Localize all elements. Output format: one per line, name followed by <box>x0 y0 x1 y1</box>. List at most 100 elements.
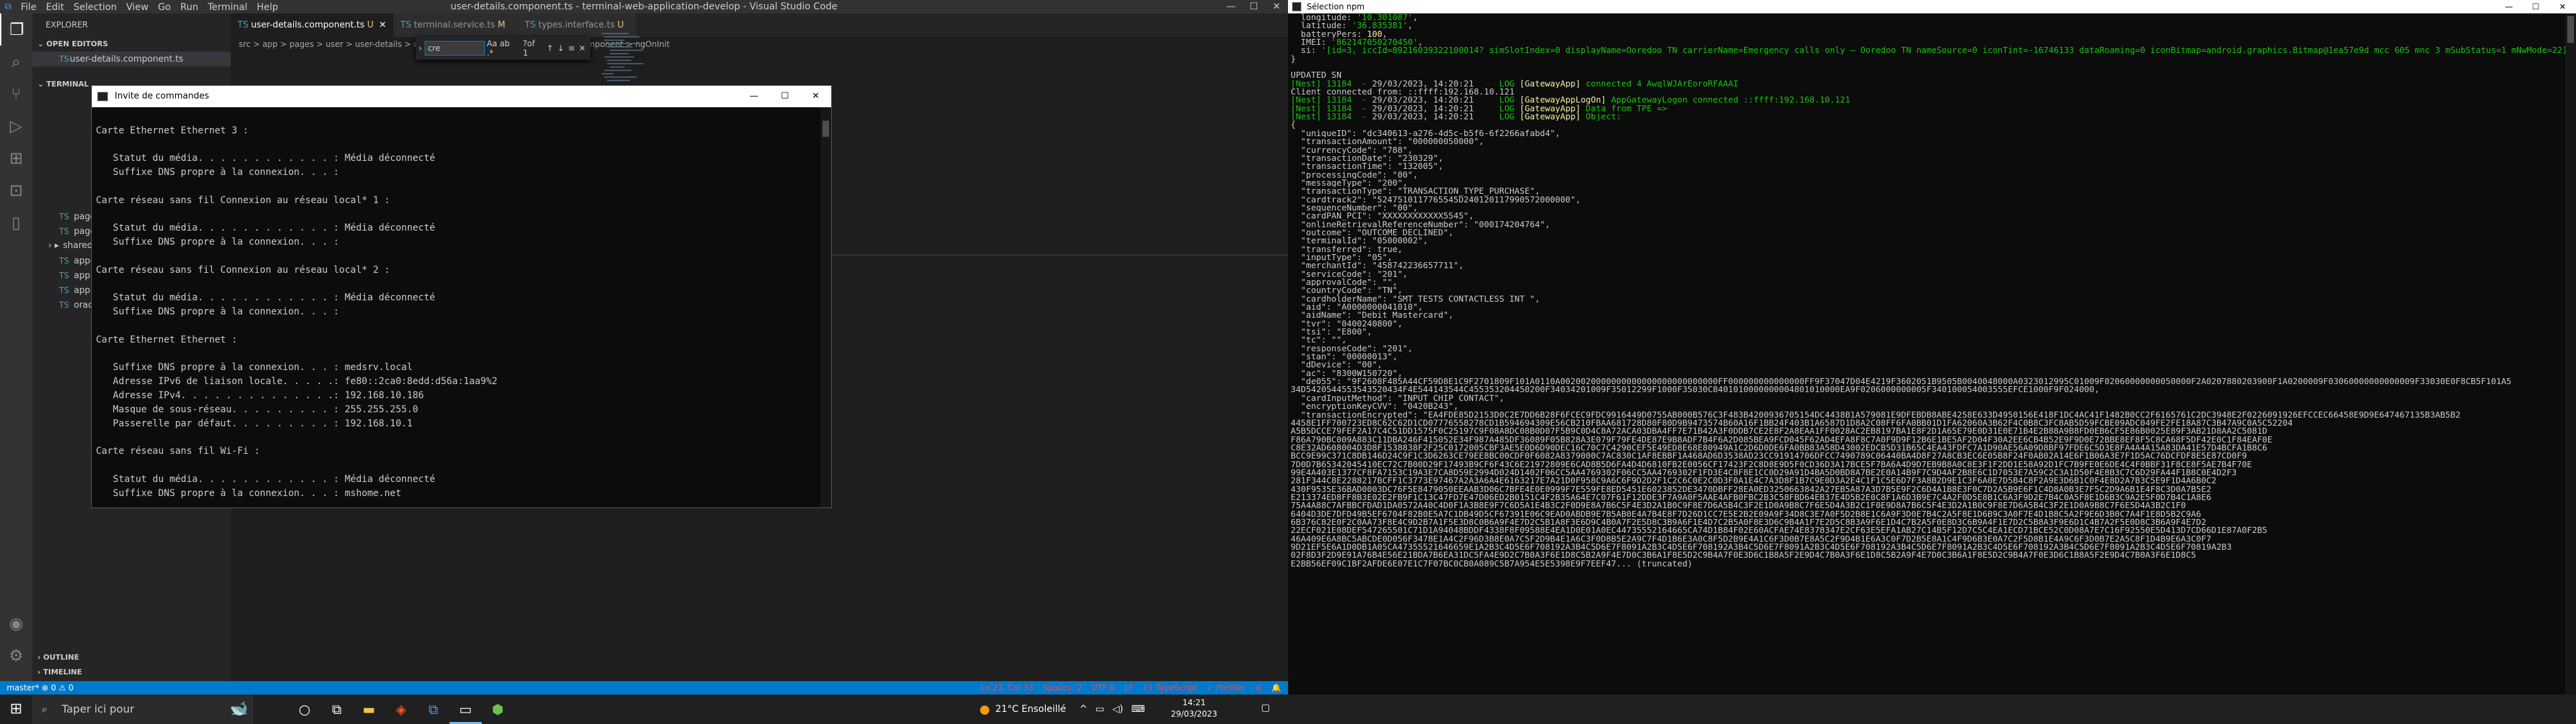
npm-line <box>1291 63 2565 71</box>
maximize-icon[interactable]: ☐ <box>1242 0 1265 13</box>
vscode-logo-icon[interactable]: ⧉ <box>0 0 16 13</box>
open-editor-item[interactable]: TSuser-details.component.ts <box>32 52 231 66</box>
npm-console-window: Sélection npm — ☐ ✕ longitude: '10.30108… <box>1288 0 2576 695</box>
npm-scroll-thumb[interactable] <box>2567 16 2574 43</box>
npm-line: 4458E1FF700723ED8C62C62D1CD07776558278CD… <box>1291 419 2565 427</box>
npm-text-segment: "stan": "00000013", <box>1291 353 1398 361</box>
status-item[interactable]: 🔔 <box>1271 683 1281 692</box>
npm-maximize-icon[interactable]: ☐ <box>2522 0 2549 13</box>
menu-item-terminal[interactable]: Terminal <box>203 2 252 13</box>
npm-line: 75A4A88C7AFBBCFDAD1DA0572A40C4D0F1A3B8E9… <box>1291 501 2565 509</box>
task-view-icon[interactable]: ⧉ <box>321 695 353 724</box>
status-item[interactable]: {} TypeScript <box>1143 683 1197 692</box>
windows-taskbar: ⊞ ⌕ Taper ici pour 🐋 ○ ⧉ ▬ ◈ ⧉ ▭ ⬢ ● 21°… <box>0 695 2576 724</box>
account-icon[interactable]: ◉ <box>0 607 32 640</box>
tray-chevron-icon[interactable]: ^ <box>1079 704 1087 715</box>
menu-item-file[interactable]: File <box>16 2 41 13</box>
taskbar-search-box[interactable]: ⌕ Taper ici pour 🐋 <box>32 695 254 724</box>
close-find-icon[interactable]: ✕ <box>577 44 588 53</box>
windows-start-icon[interactable]: ⊞ <box>0 695 32 724</box>
status-item[interactable]: UTF-8 <box>1091 683 1115 692</box>
npm-line: "currencyCode": "788", <box>1291 146 2565 154</box>
git-branch-status[interactable]: master* ⊗ 0 ⚠ 0 <box>7 681 74 695</box>
npm-text-segment: '10.301087' <box>1356 13 1413 22</box>
menu-item-selection[interactable]: Selection <box>69 2 122 13</box>
npm-text-segment: 430F9535E36BAD0003DC76F5E8479050EEAAB3D0… <box>1291 485 2212 493</box>
find-widget: › cre Aa ab .* ?of 1 ↑ ↓ ≡ ✕ <box>416 37 590 60</box>
explorer-icon[interactable]: ❐ <box>0 13 32 46</box>
extensions-icon[interactable]: ⊞ <box>0 142 32 174</box>
npm-line: [Nest] 13184 - 29/03/2023, 14:20:21 LOG … <box>1291 105 2565 113</box>
cmd-minimize-icon[interactable]: — <box>739 86 769 107</box>
status-item[interactable]: Spaces: 2 <box>1043 683 1082 692</box>
menu-item-view[interactable]: View <box>121 2 153 13</box>
npm-scrollbar[interactable] <box>2565 13 2576 695</box>
window-controls: — ☐ ✕ <box>1220 0 1288 13</box>
notification-icon[interactable]: ▢ <box>1261 703 1270 713</box>
taskbar-clock[interactable]: 14:21 29/03/2023 <box>1167 697 1221 720</box>
npm-text-segment: "de055": "9F2608F485A44CF59D8E1C9F270180… <box>1291 377 2512 386</box>
typescript-file-icon: TS <box>237 20 249 30</box>
npm-output[interactable]: longitude: '10.301087', latitude: '36.83… <box>1288 13 2565 695</box>
weather-sun-icon: ● <box>979 702 990 717</box>
file-explorer-icon[interactable]: ▬ <box>353 695 385 724</box>
npm-line: "aidName": "Debit Mastercard", <box>1291 311 2565 319</box>
timeline-header[interactable]: › TIMELINE <box>32 665 231 680</box>
npm-line: "cardtrack2": "5247510117765545D24012011… <box>1291 196 2565 204</box>
editor-tab[interactable]: TS user-details.component.ts U ✕ <box>231 13 394 37</box>
npm-line: [Nest] 13184 - 29/03/2023, 14:20:21 LOG … <box>1291 80 2565 88</box>
npm-text-segment: C8E32AD608004D3D8F1538838F2F25C0172005CB… <box>1291 443 2267 452</box>
npm-text-segment: "transactionType": "TRANSACTION_TYPE_PUR… <box>1291 187 1540 196</box>
bookmark-icon[interactable]: ▯ <box>0 206 32 239</box>
npm-close-icon[interactable]: ✕ <box>2549 0 2576 13</box>
status-item[interactable]: ⊘ <box>1255 683 1262 692</box>
status-item[interactable]: LF <box>1124 683 1134 692</box>
search-icon[interactable]: ⌕ <box>0 46 32 78</box>
outline-header[interactable]: › OUTLINE <box>32 650 231 665</box>
menu-item-help[interactable]: Help <box>252 2 283 13</box>
node-icon[interactable]: ⬢ <box>482 695 514 724</box>
cmd-scroll-thumb[interactable] <box>822 121 829 137</box>
npm-line: "processingCode": "00", <box>1291 171 2565 179</box>
status-item[interactable]: Ln 23, Col 33 <box>980 683 1033 692</box>
open-editors-header[interactable]: ⌄ OPEN EDITORS <box>32 37 231 52</box>
npm-text-segment: "cardInputMethod": "INPUT_CHIP_CONTACT", <box>1291 394 1505 403</box>
breadcrumb[interactable]: src > app > pages > user > user-details … <box>231 37 1288 52</box>
cmd-output[interactable]: Carte Ethernet Ethernet 3 : Statut du mé… <box>92 107 820 507</box>
editor-tab[interactable]: TS terminal.service.ts M <box>393 13 519 37</box>
minimize-icon[interactable]: — <box>1220 0 1242 13</box>
npm-minimize-icon[interactable]: — <box>2496 0 2522 13</box>
next-match-icon[interactable]: ↓ <box>555 44 566 53</box>
source-control-icon[interactable]: ⑂ <box>0 78 32 110</box>
status-item[interactable]: ✓ Prettier <box>1207 683 1246 692</box>
find-in-selection-icon[interactable]: ≡ <box>566 44 577 53</box>
network-icon[interactable]: ▭ <box>1095 704 1104 715</box>
find-options[interactable]: Aa ab .* <box>485 39 521 58</box>
run-debug-icon[interactable]: ▷ <box>0 110 32 142</box>
cmd-close-icon[interactable]: ✕ <box>800 86 831 107</box>
timeline-label: TIMELINE <box>43 668 83 676</box>
npm-line: C8E32AD608004D3D8F1538838F2F25C0172005CB… <box>1291 444 2565 452</box>
remote-explorer-icon[interactable]: ⊡ <box>0 174 32 206</box>
menu-item-edit[interactable]: Edit <box>41 2 68 13</box>
terminal-icon[interactable]: ▭ <box>449 695 482 724</box>
manage-gear-icon[interactable]: ⚙ <box>0 640 32 672</box>
cmd-maximize-icon[interactable]: ☐ <box>769 86 800 107</box>
npm-text-segment: "transferred": true, <box>1291 245 1403 253</box>
vscode-icon[interactable]: ⧉ <box>417 695 449 724</box>
volume-icon[interactable]: ◁) <box>1112 704 1123 715</box>
npm-title-bar: Sélection npm — ☐ ✕ <box>1288 0 2576 13</box>
toggle-replace-icon[interactable]: › <box>419 44 422 53</box>
previous-match-icon[interactable]: ↑ <box>545 44 555 53</box>
weather-text[interactable]: 21°C Ensoleillé <box>996 704 1066 715</box>
find-input[interactable]: cre <box>424 41 485 56</box>
cortana-icon[interactable]: ○ <box>288 695 321 724</box>
menu-item-go[interactable]: Go <box>153 2 175 13</box>
language-icon[interactable]: ⌨ <box>1131 704 1144 715</box>
close-icon[interactable]: ✕ <box>1265 0 1288 13</box>
cmd-scrollbar[interactable] <box>820 107 831 507</box>
tab-close-icon[interactable]: ✕ <box>379 20 386 30</box>
npm-text-segment: 100 <box>1366 29 1383 39</box>
menu-item-run[interactable]: Run <box>176 2 203 13</box>
brave-browser-icon[interactable]: ◈ <box>385 695 417 724</box>
